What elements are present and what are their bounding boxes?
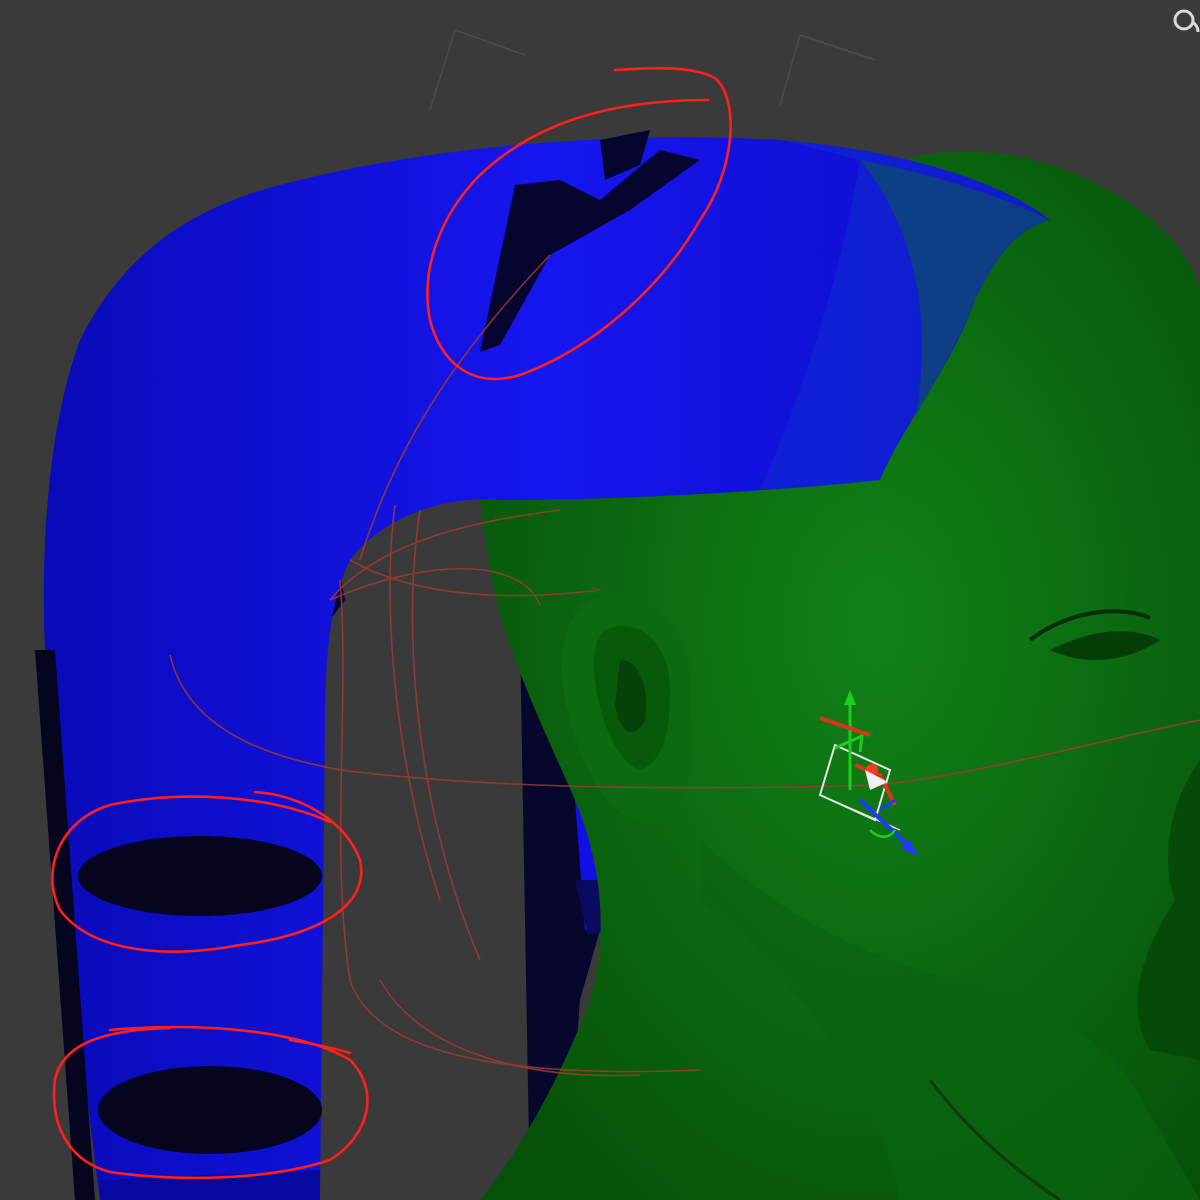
3d-viewport[interactable] bbox=[0, 0, 1200, 1200]
orbit-icon bbox=[1173, 9, 1200, 33]
mesh-gap-band-upper bbox=[78, 836, 322, 916]
viewport-scene[interactable] bbox=[0, 0, 1200, 1200]
viewport-orbit-button[interactable] bbox=[1170, 4, 1200, 34]
mesh-gap-band-lower bbox=[98, 1066, 322, 1154]
